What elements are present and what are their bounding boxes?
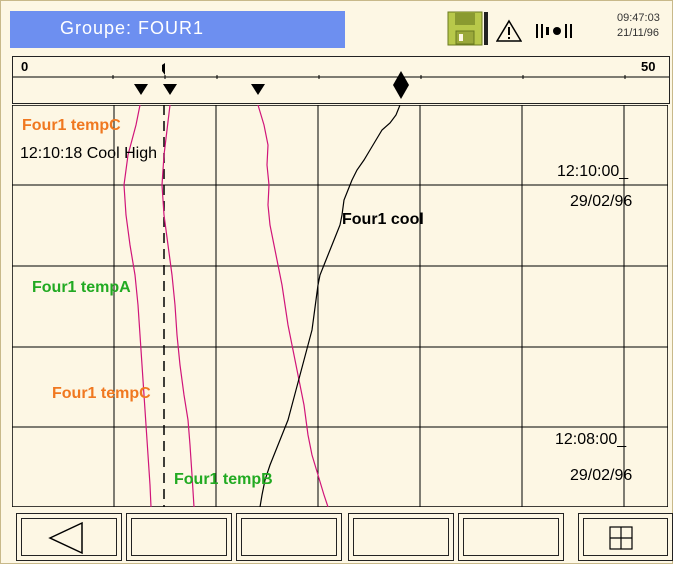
label-tempC-top: Four1 tempC: [22, 117, 121, 134]
trace-marker-tempB: [251, 84, 265, 95]
warning-triangle-icon: [496, 19, 522, 42]
softkey-back[interactable]: [16, 513, 122, 561]
softkey-2-face: [131, 518, 227, 556]
timestamp-top-time: 12:10:00_: [557, 163, 629, 180]
label-tempA: Four1 tempA: [32, 279, 131, 296]
softkey-3[interactable]: [236, 513, 342, 561]
label-tempC-mid: Four1 tempC: [52, 385, 151, 402]
timestamp-bottom-time: 12:08:00_: [555, 431, 627, 448]
scale-min: 0: [21, 59, 29, 74]
softkey-5[interactable]: [458, 513, 564, 561]
clock-time: 09:47:03: [617, 12, 660, 24]
group-title: Groupe: FOUR1: [60, 18, 205, 38]
softkey-4[interactable]: [348, 513, 454, 561]
floppy-disk-icon: [447, 11, 488, 46]
clock-display: 09:47:03 21/11/96: [597, 11, 671, 48]
trace-marker-tempA: [134, 84, 148, 95]
softkey-layout-face: [583, 518, 668, 556]
clock-date: 21/11/96: [617, 27, 660, 39]
softkey-back-face: [21, 518, 117, 556]
scale-max: 50: [641, 59, 656, 74]
softkey-3-face: [241, 518, 337, 556]
scale-axis: [13, 63, 669, 99]
timestamp-top-date: 29/02/96: [570, 193, 633, 210]
trace-marker-cool: [393, 71, 409, 99]
cursor-marker: [162, 63, 165, 75]
chart-area: Four1 tempC 12:10:18 Cool High 12:10:00_…: [12, 105, 668, 507]
header-bar: Groupe: FOUR1 09:47:03 21/11/96: [10, 11, 671, 48]
softkey-5-face: [463, 518, 559, 556]
back-arrow-icon: [48, 521, 83, 555]
scale-bar: 0 50: [12, 56, 670, 104]
label-tempB: Four1 tempB: [174, 471, 273, 488]
label-cool: Four1 cool: [342, 211, 424, 228]
trace-marker-tempC: [163, 84, 177, 95]
softkey-4-face: [353, 518, 449, 556]
event-text: 12:10:18 Cool High: [20, 145, 157, 162]
grid-layout-icon: [609, 526, 633, 550]
group-title-box[interactable]: Groupe: FOUR1: [10, 11, 345, 48]
timestamp-bottom-date: 29/02/96: [570, 467, 633, 484]
softkey-layout[interactable]: [578, 513, 673, 561]
softkey-bar: [12, 510, 673, 564]
signal-bars-icon: [536, 24, 572, 38]
softkey-2[interactable]: [126, 513, 232, 561]
